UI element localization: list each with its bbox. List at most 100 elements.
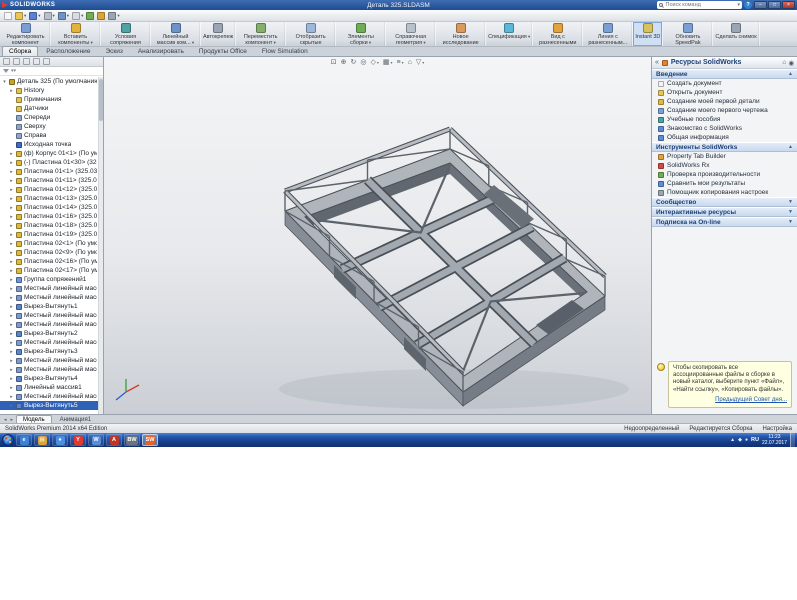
tree-item[interactable]: ▸ Местный линейный массив — [0, 284, 103, 293]
rebuild-icon[interactable] — [86, 11, 95, 20]
model-tab[interactable]: Модель — [16, 415, 52, 423]
start-button[interactable] — [2, 434, 14, 446]
model-tab[interactable]: Анимация1 — [53, 415, 99, 423]
mate-button[interactable]: Условия сопряжения — [101, 22, 151, 46]
open-icon[interactable] — [15, 11, 26, 20]
tree-item[interactable]: Примечания — [0, 95, 103, 104]
internet-explorer-icon[interactable]: e — [16, 434, 32, 446]
expand-icon[interactable]: ▸ — [9, 214, 14, 220]
expand-icon[interactable]: ▸ — [9, 232, 14, 238]
smart-fasteners-button[interactable]: Автокрепеж — [201, 22, 237, 46]
expand-icon[interactable]: ▸ — [9, 322, 14, 328]
collapse-taskpane-button[interactable]: « — [655, 59, 659, 66]
tree-filter-bar[interactable]: ▾▾ — [0, 67, 103, 76]
taskpane-link[interactable]: Создание моего первого чертежа — [652, 106, 797, 115]
tree-item[interactable]: Датчики — [0, 104, 103, 113]
expand-icon[interactable]: ▸ — [9, 169, 14, 175]
command-search[interactable]: ▾ — [657, 1, 742, 9]
tree-item[interactable]: ▸ Пластина 01<13> (325.03.0 — [0, 194, 103, 203]
tree-item[interactable]: ▸ Местный линейный массив — [0, 392, 103, 401]
expand-icon[interactable]: ▸ — [9, 358, 14, 364]
tree-item[interactable]: Сверху — [0, 122, 103, 131]
taskpane-link[interactable]: Открыть документ — [652, 88, 797, 97]
explode-line-sketch-button[interactable]: Линия с разнесенным... — [583, 22, 634, 46]
acrobat-icon[interactable]: A — [106, 434, 122, 446]
tree-item[interactable]: Исходная точка — [0, 140, 103, 149]
expand-icon[interactable]: ▸ — [9, 250, 14, 256]
command-tab[interactable]: Сборка — [2, 46, 39, 56]
pin-icon[interactable]: ◉ — [788, 59, 794, 67]
command-tab[interactable]: Продукты Office — [192, 46, 254, 56]
taskpane-link[interactable]: Создание моей первой детали — [652, 97, 797, 106]
chrome-icon[interactable]: ● — [52, 434, 68, 446]
language-indicator[interactable]: RU — [751, 437, 759, 443]
previous-tip-link[interactable]: Предыдущий Совет дня... — [673, 397, 787, 404]
minimize-button[interactable]: – — [754, 1, 767, 9]
update-speedpak-button[interactable]: Обновить SpeedPak — [663, 22, 714, 46]
tree-item[interactable]: Спереди — [0, 113, 103, 122]
taskpane-link[interactable]: Сравнить мои результаты — [652, 179, 797, 188]
expand-icon[interactable]: ▸ — [9, 340, 14, 346]
tree-item[interactable]: ▸ Пластина 02<9> (По умолч — [0, 248, 103, 257]
model-3d-frame[interactable] — [104, 57, 651, 414]
taskpane-link[interactable]: Создать документ — [652, 79, 797, 88]
tree-item[interactable]: ▸ Местный линейный массив — [0, 311, 103, 320]
propertymanager-tab[interactable] — [13, 58, 20, 65]
bw-app-icon[interactable]: BW — [124, 434, 140, 446]
word-icon[interactable]: W — [88, 434, 104, 446]
expand-icon[interactable]: ▸ — [9, 241, 14, 247]
options-icon[interactable] — [108, 11, 119, 20]
taskpane-link[interactable]: Помощник копирования настроек — [652, 188, 797, 197]
tree-item[interactable]: ▸ Пластина 01<19> (325.03.0 — [0, 230, 103, 239]
linear-component-pattern-button[interactable]: Линейный массив ком... — [151, 22, 201, 46]
expand-icon[interactable]: ▸ — [9, 304, 14, 310]
expand-icon[interactable]: ▸ — [9, 286, 14, 292]
tree-scrollbar-thumb[interactable] — [99, 79, 103, 121]
tree-item[interactable]: ▸ Вырез-Вытянуть1 — [0, 302, 103, 311]
tree-item[interactable]: ▸ History — [0, 86, 103, 95]
clock[interactable]: 11:23 22.07.2017 — [762, 434, 787, 446]
command-tab[interactable]: Эскиз — [98, 46, 129, 56]
tree-item[interactable]: ▸ (-) Пластина 01<30> (325.03 — [0, 158, 103, 167]
tree-item[interactable]: ▸ Пластина 01<1> (325.03.00 — [0, 167, 103, 176]
search-input[interactable] — [665, 1, 736, 9]
taskpane-link[interactable]: Знакомство с SolidWorks — [652, 124, 797, 133]
section-getting-started[interactable]: Введение ▲ — [652, 69, 797, 79]
taskpane-link[interactable]: Учебные пособия — [652, 115, 797, 124]
instant3d-button[interactable]: Instant 3D — [633, 22, 664, 46]
command-tab[interactable]: Расположение — [39, 46, 97, 56]
tree-item[interactable]: ▸ Местный линейный массив — [0, 338, 103, 347]
collapsed-section-header[interactable]: Интерактивные ресурсы ▼ — [652, 207, 797, 217]
show-hidden-components-button[interactable]: Отобразить скрытые компоненты — [286, 22, 337, 46]
search-dropdown-icon[interactable]: ▾ — [737, 2, 740, 8]
command-tab[interactable]: Flow Simulation — [255, 46, 315, 56]
collapsed-section-header[interactable]: Подписка на On-line ▼ — [652, 217, 797, 227]
tree-item[interactable]: ▸ Пластина 01<12> (325.03.0 — [0, 185, 103, 194]
expand-icon[interactable]: ▸ — [9, 349, 14, 355]
yandex-browser-icon[interactable]: Y — [70, 434, 86, 446]
expand-icon[interactable]: ▸ — [9, 205, 14, 211]
home-icon[interactable]: ⌂ — [782, 59, 786, 67]
expand-icon[interactable]: ▸ — [9, 376, 14, 382]
tree-item[interactable]: ▸ Вырез-Вытянуть5 — [0, 401, 103, 410]
tree-item[interactable]: ▸ Вырез-Вытянуть4 — [0, 374, 103, 383]
tree-item[interactable]: ▸ Пластина 01<11> (325.03.0 — [0, 176, 103, 185]
tree-item[interactable]: ▸ Вырез-Вытянуть2 — [0, 329, 103, 338]
tray-volume-icon[interactable]: ● — [745, 437, 748, 443]
tree-item[interactable]: ▸ Группа сопряжений1 — [0, 275, 103, 284]
new-motion-study-button[interactable]: Новое исследование движения — [436, 22, 487, 46]
expand-icon[interactable]: ▸ — [9, 160, 14, 166]
assembly-features-button[interactable]: Элементы сборки — [336, 22, 387, 46]
tray-overflow-icon[interactable]: ▲ — [730, 437, 735, 443]
command-tab[interactable]: Анализировать — [131, 46, 191, 56]
select-icon[interactable] — [72, 11, 83, 20]
new-document-icon[interactable] — [4, 11, 12, 20]
dimxpertmanager-tab[interactable] — [33, 58, 40, 65]
configurationmanager-tab[interactable] — [23, 58, 30, 65]
tree-item[interactable]: ▸ Пластина 01<14> (325.03.0 — [0, 203, 103, 212]
expand-icon[interactable]: ▸ — [9, 187, 14, 193]
tree-item[interactable]: ▸ Пластина 02<1> (По умолч — [0, 239, 103, 248]
tree-item[interactable]: ▸ Пластина 01<18> (325.03.0 — [0, 221, 103, 230]
featuremanager-tab[interactable] — [3, 58, 10, 65]
take-snapshot-button[interactable]: Сделать снимок — [713, 22, 760, 46]
